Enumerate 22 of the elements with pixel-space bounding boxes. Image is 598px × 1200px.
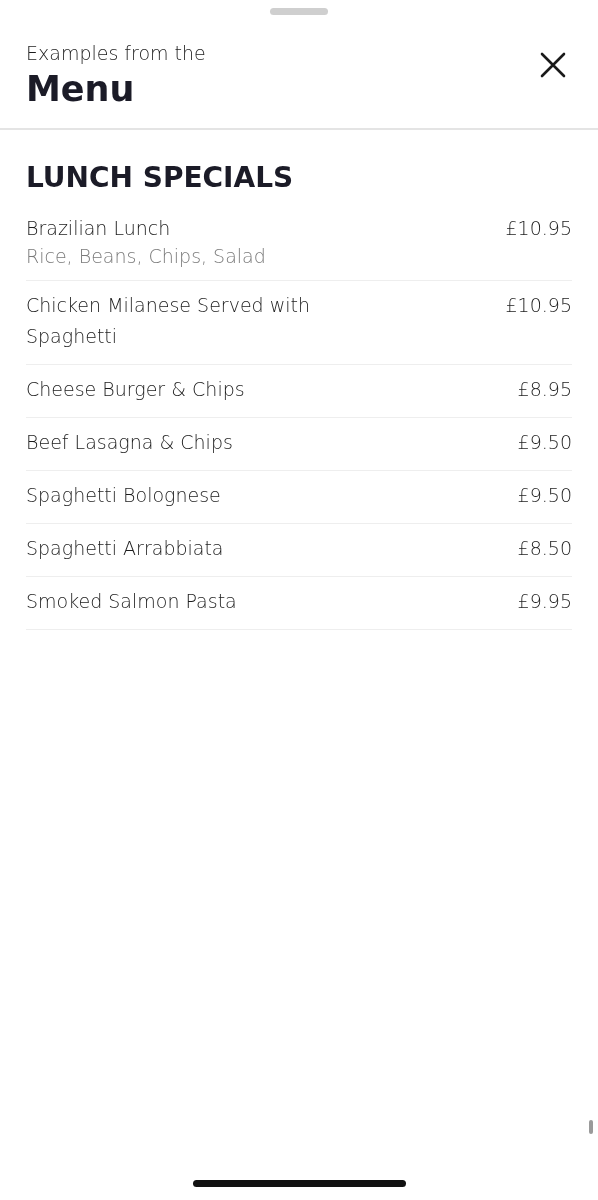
dish-name: Chicken Milanese Served with Spaghetti (26, 293, 311, 349)
header-subtitle: Examples from the (26, 41, 206, 66)
dish-name: Cheese Burger & Chips (26, 377, 245, 402)
dish-price: £10.95 (505, 216, 572, 241)
dish-description: Rice, Beans, Chips, Salad (26, 244, 266, 268)
dish-price: £9.50 (517, 483, 572, 508)
dish-name: Spaghetti Bolognese (26, 483, 221, 508)
dish-price: £9.50 (517, 430, 572, 455)
drag-handle[interactable] (270, 8, 328, 15)
dish-name: Beef Lasagna & Chips (26, 430, 233, 455)
dish-name: Smoked Salmon Pasta (26, 589, 237, 614)
scrollbar-thumb (589, 1120, 593, 1134)
section-title: LUNCH SPECIALS (26, 160, 295, 196)
close-icon (540, 52, 566, 78)
close-button[interactable] (540, 52, 566, 78)
header-title: Menu (26, 68, 136, 111)
dish-price: £10.95 (505, 293, 572, 318)
dish-price: £8.95 (517, 377, 572, 402)
dish-name: Brazilian Lunch (26, 216, 172, 241)
dish-price: £9.95 (517, 589, 572, 614)
dish-price: £8.50 (517, 536, 572, 561)
dish-name: Spaghetti Arrabbiata (26, 536, 224, 561)
